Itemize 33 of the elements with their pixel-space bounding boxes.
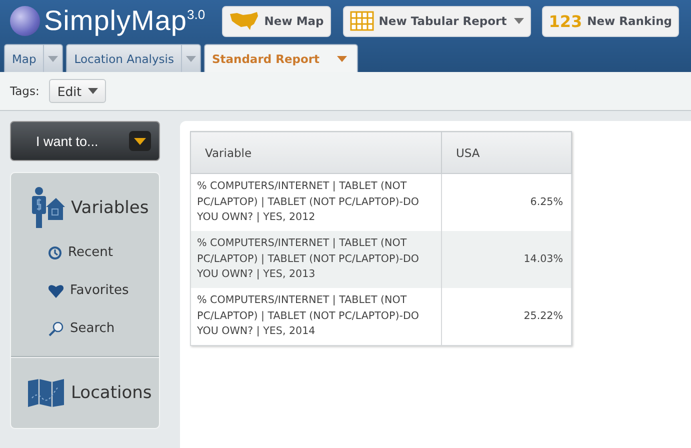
globe-logo-icon (10, 6, 40, 36)
heart-icon (48, 284, 64, 298)
grid-icon (350, 11, 374, 31)
ranking-number-icon: 123 (548, 12, 582, 30)
search-item[interactable]: Search (48, 319, 115, 338)
new-map-button[interactable]: New Map (222, 6, 331, 36)
search-icon (48, 320, 64, 336)
column-header: Variable (190, 132, 442, 174)
caret-icon (514, 18, 524, 24)
column-header: USA (442, 132, 572, 174)
recent-item[interactable]: Recent (48, 243, 113, 262)
version-label: 3.0 (186, 7, 206, 22)
tab[interactable]: Location Analysis (66, 44, 201, 72)
locations-section-button[interactable]: Locations (11, 358, 152, 428)
map-icon (229, 11, 260, 31)
variable-cell: % COMPUTERS/INTERNET | TABLET (NOT PC/LAPTOP) | TABLET (NOT PC/LAPTOP)-DO YOU OWN? | YES, 2014 (190, 288, 442, 346)
dropdown-icon (129, 131, 151, 151)
clock-icon (48, 246, 62, 260)
variable-cell: % COMPUTERS/INTERNET | TABLET (NOT PC/LAPTOP) | TABLET (NOT PC/LAPTOP)-DO YOU OWN? | YES, 2013 (190, 231, 442, 288)
folded-map-icon (27, 378, 65, 408)
new-ranking-button[interactable]: 123 New Ranking (542, 6, 679, 36)
i-want-to-menu-button[interactable]: I want to... (10, 121, 160, 161)
app-logo: SimplyMap (44, 5, 187, 37)
value-cell: 14.03% (442, 231, 572, 288)
value-cell: 25.22% (442, 288, 572, 346)
person-house-icon (31, 187, 65, 229)
tags-label: Tags: (10, 84, 40, 98)
caret-icon (88, 88, 98, 94)
variables-section-button[interactable]: Variables (11, 173, 149, 239)
tab[interactable]: Map (4, 44, 64, 72)
new-grid-button[interactable]: New Tabular Report (342, 6, 531, 36)
favorites-item[interactable]: Favorites (48, 281, 129, 300)
edit-button[interactable]: Edit (49, 79, 106, 103)
